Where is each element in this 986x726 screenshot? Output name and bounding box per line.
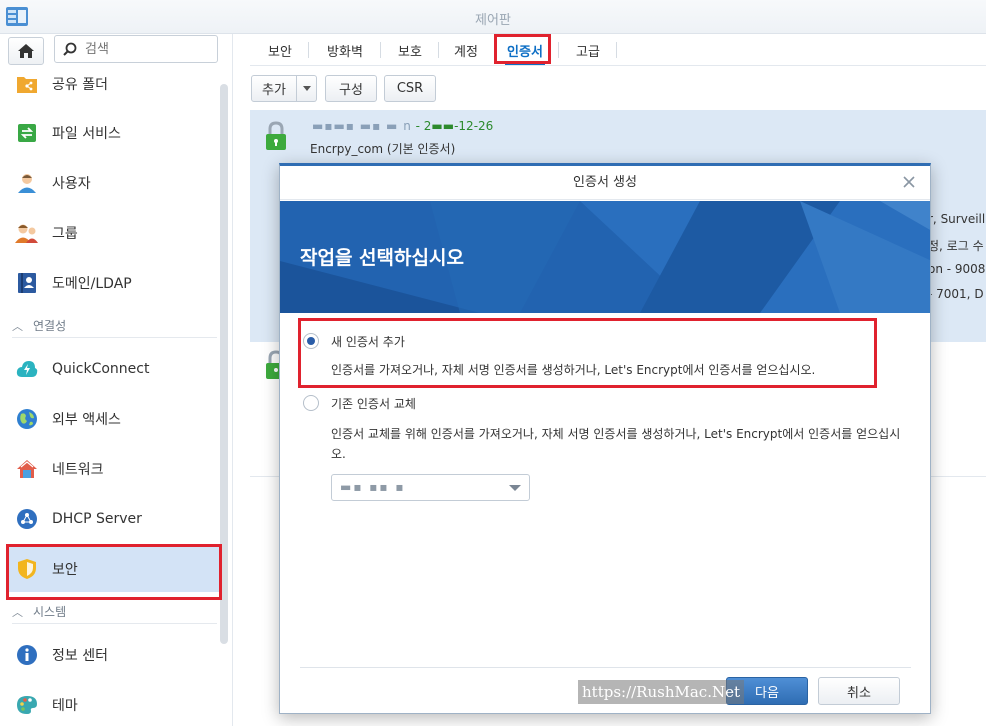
sidebar-item-dhcp-server[interactable]: DHCP Server (8, 496, 220, 542)
services-text-fragment: - 7001, D (928, 287, 984, 301)
sidebar-scrollbar[interactable] (220, 84, 228, 644)
certificate-expiry: - 2▬▬-12-26 (415, 119, 494, 133)
section-connectivity-header[interactable]: ︿ 연결성 (12, 314, 217, 338)
tab-divider (558, 42, 559, 58)
lock-icon (266, 121, 286, 150)
chevron-up-icon: ︿ (12, 605, 23, 619)
services-text-fragment: r, Surveill (928, 212, 986, 226)
sidebar-item-label: QuickConnect (52, 361, 150, 377)
search-input[interactable] (85, 40, 210, 58)
sidebar-item-quickconnect[interactable]: QuickConnect (8, 346, 220, 392)
theme-palette-icon (15, 693, 39, 717)
certificate-name: ▬▪▬▪ ▬▪ ▬ n - 2▬▬-12-26 (312, 119, 493, 133)
sidebar-item-file-services[interactable]: 파일 서비스 (8, 110, 220, 156)
quickconnect-icon (15, 357, 39, 381)
sidebar-item-label: DHCP Server (52, 511, 142, 527)
external-access-icon (15, 407, 39, 431)
window-titlebar: 제어판 (0, 0, 986, 34)
sidebar-item-theme[interactable]: 테마 (8, 682, 220, 726)
dialog-footer-divider (300, 667, 911, 668)
section-label: 시스템 (33, 605, 67, 619)
option-new-certificate-description: 인증서를 가져오거나, 자체 서명 인증서를 생성하거나, Let's Encr… (331, 363, 816, 377)
select-value-masked: ▬▪ ▪▪ ▪ (340, 480, 406, 494)
radio-replace-certificate[interactable] (303, 395, 319, 411)
section-system-header[interactable]: ︿ 시스템 (12, 600, 217, 624)
close-icon[interactable] (902, 175, 916, 189)
shared-folder-icon (15, 72, 39, 96)
watermark-text: https://RushMac.Net (578, 680, 744, 704)
tab-divider (616, 42, 617, 58)
window-title: 제어판 (475, 13, 511, 28)
tab-firewall[interactable]: 방화벽 (316, 38, 374, 62)
sidebar-item-label: 외부 액세스 (52, 412, 121, 428)
option-replace-certificate-label[interactable]: 기존 인증서 교체 (331, 395, 416, 412)
tab-certificate[interactable]: 인증서 (500, 38, 550, 62)
sidebar-item-label: 도메인/LDAP (52, 276, 132, 292)
caret-down-icon (509, 485, 521, 491)
sidebar-item-label: 정보 센터 (52, 648, 108, 664)
tab-advanced[interactable]: 고급 (566, 38, 610, 62)
cancel-button[interactable]: 취소 (818, 677, 900, 705)
tab-bar: 보안 방화벽 보호 계정 인증서 고급 (250, 34, 986, 66)
section-label: 연결성 (33, 319, 67, 333)
sidebar-item-label: 네트워크 (52, 462, 104, 478)
sidebar-item-domain-ldap[interactable]: 도메인/LDAP (8, 260, 220, 306)
tab-protection[interactable]: 보호 (388, 38, 432, 62)
create-certificate-dialog: 인증서 생성 작업을 선택하십시오 새 인증서 추가 인증서를 가져오거나, 자… (279, 163, 931, 714)
home-icon (18, 44, 34, 58)
tab-security[interactable]: 보안 (258, 38, 302, 62)
certificate-subtitle: Encrpy_com (기본 인증서) (310, 142, 456, 156)
tab-divider (438, 42, 439, 58)
existing-certificate-select[interactable]: ▬▪ ▪▪ ▪ (331, 474, 530, 501)
sidebar-item-user[interactable]: 사용자 (8, 160, 220, 206)
services-text-fragment: on - 9008 (928, 262, 986, 276)
sidebar-item-security[interactable]: 보안 (8, 546, 220, 592)
security-shield-icon (15, 557, 39, 581)
group-icon (15, 221, 39, 245)
add-dropdown-button[interactable] (297, 75, 317, 102)
sidebar-item-label: 그룹 (52, 226, 78, 242)
certificate-name-masked: ▬▪▬▪ ▬▪ ▬ n (312, 119, 412, 133)
csr-button[interactable]: CSR (384, 75, 436, 102)
search-icon (63, 42, 77, 56)
sidebar-item-shared-folder[interactable]: 공유 폴더 (8, 61, 220, 107)
active-tab-indicator (505, 63, 545, 65)
sidebar-item-label: 파일 서비스 (52, 126, 121, 142)
sidebar-item-external-access[interactable]: 외부 액세스 (8, 396, 220, 442)
search-field[interactable] (54, 35, 218, 63)
tab-account[interactable]: 계정 (444, 38, 488, 62)
add-button[interactable]: 추가 (251, 75, 297, 102)
network-icon (15, 457, 39, 481)
tab-divider (380, 42, 381, 58)
user-icon (15, 171, 39, 195)
info-center-icon (15, 643, 39, 667)
sidebar-item-label: 보안 (52, 562, 78, 578)
domain-ldap-icon (15, 271, 39, 295)
file-services-icon (15, 121, 39, 145)
tab-divider (308, 42, 309, 58)
chevron-up-icon: ︿ (12, 319, 23, 333)
configure-button[interactable]: 구성 (325, 75, 377, 102)
option-replace-certificate-description: 인증서 교체를 위해 인증서를 가져오거나, 자체 서명 인증서를 생성하거나,… (331, 427, 901, 461)
dialog-title: 인증서 생성 (280, 166, 930, 200)
sidebar-item-info-center[interactable]: 정보 센터 (8, 632, 220, 678)
sidebar-item-label: 사용자 (52, 176, 91, 192)
tab-divider (494, 42, 495, 58)
dhcp-server-icon (15, 507, 39, 531)
dialog-banner: 작업을 선택하십시오 (280, 201, 930, 313)
services-text-fragment: 정, 로그 수 (928, 239, 984, 253)
sidebar-item-label: 공유 폴더 (52, 77, 108, 93)
banner-heading: 작업을 선택하십시오 (300, 247, 464, 269)
sidebar-item-label: 테마 (52, 698, 78, 714)
radio-new-certificate[interactable] (303, 333, 319, 349)
sidebar-item-network[interactable]: 네트워크 (8, 446, 220, 492)
option-new-certificate-label[interactable]: 새 인증서 추가 (331, 333, 405, 350)
caret-down-icon (302, 86, 311, 91)
sidebar-item-group[interactable]: 그룹 (8, 210, 220, 256)
